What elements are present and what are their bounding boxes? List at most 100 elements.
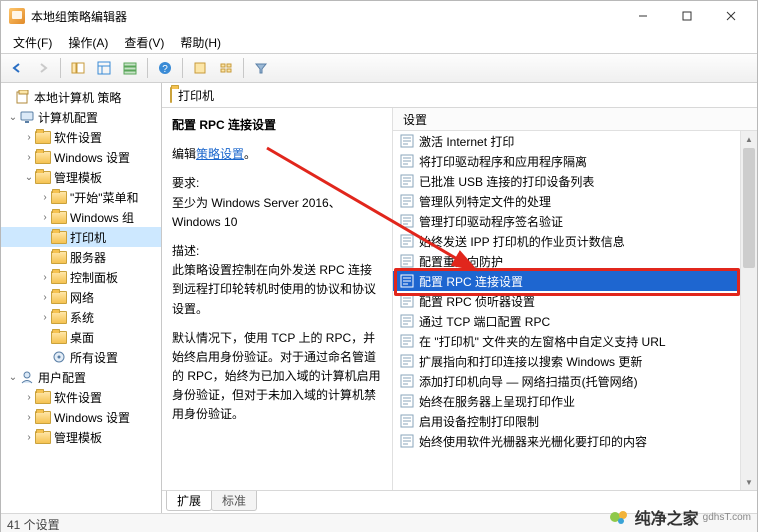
- setting-row[interactable]: 始终使用软件光栅器来光栅化要打印的内容: [393, 431, 757, 451]
- minimize-button[interactable]: [621, 2, 665, 30]
- tree-servers[interactable]: 服务器: [1, 247, 161, 267]
- tree-windows-components[interactable]: › Windows 组: [1, 207, 161, 227]
- tree-desktop[interactable]: 桌面: [1, 327, 161, 347]
- filter-button[interactable]: [249, 56, 273, 80]
- tree-windows-settings[interactable]: › Windows 设置: [1, 147, 161, 167]
- tree-label: 所有设置: [70, 349, 118, 366]
- setting-row[interactable]: 扩展指向和打印连接以搜索 Windows 更新: [393, 351, 757, 371]
- setting-row[interactable]: 激活 Internet 打印: [393, 131, 757, 151]
- content-pane: 打印机 配置 RPC 连接设置 编辑策略设置。 要求: 至少为 Windows …: [162, 83, 757, 513]
- setting-row[interactable]: 将打印驱动程序和应用程序隔离: [393, 151, 757, 171]
- list-column-header[interactable]: 设置: [393, 108, 757, 131]
- expand-icon[interactable]: ›: [39, 292, 51, 303]
- setting-item-icon: [399, 393, 415, 409]
- scroll-thumb[interactable]: [743, 148, 755, 268]
- settings-list[interactable]: 激活 Internet 打印将打印驱动程序和应用程序隔离已批准 USB 连接的打…: [393, 131, 757, 490]
- tree-u-software-settings[interactable]: › 软件设置: [1, 387, 161, 407]
- maximize-button[interactable]: [665, 2, 709, 30]
- settings-node-icon: [51, 350, 67, 364]
- show-hide-tree-button[interactable]: [66, 56, 90, 80]
- setting-label: 通过 TCP 端口配置 RPC: [419, 313, 550, 330]
- expand-icon[interactable]: ›: [23, 392, 35, 403]
- setting-row[interactable]: 在 "打印机" 文件夹的左窗格中自定义支持 URL: [393, 331, 757, 351]
- scroll-down-icon[interactable]: ▼: [741, 474, 757, 490]
- expand-icon[interactable]: ›: [39, 312, 51, 323]
- tree-network[interactable]: › 网络: [1, 287, 161, 307]
- setting-label: 在 "打印机" 文件夹的左窗格中自定义支持 URL: [419, 333, 666, 350]
- expand-icon[interactable]: ›: [23, 412, 35, 423]
- menu-help[interactable]: 帮助(H): [172, 32, 229, 53]
- setting-row[interactable]: 添加打印机向导 — 网络扫描页(托管网络): [393, 371, 757, 391]
- folder-icon: [51, 310, 67, 324]
- description-pane: 配置 RPC 连接设置 编辑策略设置。 要求: 至少为 Windows Serv…: [162, 108, 393, 490]
- setting-row[interactable]: 配置 RPC 侦听器设置: [393, 291, 757, 311]
- icon-large-button[interactable]: [188, 56, 212, 80]
- tree-u-windows-settings[interactable]: › Windows 设置: [1, 407, 161, 427]
- vertical-scrollbar[interactable]: ▲ ▼: [740, 131, 757, 490]
- tree-all-settings[interactable]: 所有设置: [1, 347, 161, 367]
- tree-label: Windows 组: [70, 209, 134, 226]
- app-icon: [9, 8, 25, 24]
- menu-file[interactable]: 文件(F): [5, 32, 60, 53]
- setting-row[interactable]: 启用设备控制打印限制: [393, 411, 757, 431]
- setting-label: 始终使用软件光栅器来光栅化要打印的内容: [419, 433, 647, 450]
- tree-admin-templates[interactable]: ⌄ 管理模板: [1, 167, 161, 187]
- collapse-icon[interactable]: ⌄: [7, 112, 19, 123]
- tree-computer-config[interactable]: ⌄ 计算机配置: [1, 107, 161, 127]
- tree-u-admin-templates[interactable]: › 管理模板: [1, 427, 161, 447]
- setting-item-icon: [399, 413, 415, 429]
- setting-row[interactable]: 管理队列特定文件的处理: [393, 191, 757, 211]
- folder-icon: [35, 410, 51, 424]
- folder-icon: [51, 230, 67, 244]
- nav-tree[interactable]: 本地计算机 策略 ⌄ 计算机配置 › 软件设置 › Windows 设置 ⌄: [1, 83, 162, 513]
- expand-icon[interactable]: ›: [23, 132, 35, 143]
- menu-view[interactable]: 查看(V): [116, 32, 172, 53]
- setting-row[interactable]: 已批准 USB 连接的打印设备列表: [393, 171, 757, 191]
- tree-user-config[interactable]: ⌄ 用户配置: [1, 367, 161, 387]
- setting-row[interactable]: 配置 RPC 连接设置: [393, 271, 757, 291]
- tab-standard[interactable]: 标准: [211, 491, 257, 511]
- setting-row[interactable]: 管理打印驱动程序签名验证: [393, 211, 757, 231]
- back-button[interactable]: [5, 56, 29, 80]
- tree-system[interactable]: › 系统: [1, 307, 161, 327]
- forward-button[interactable]: [31, 56, 55, 80]
- scroll-up-icon[interactable]: ▲: [741, 131, 757, 147]
- tree-label: 本地计算机 策略: [34, 89, 121, 106]
- setting-row[interactable]: 通过 TCP 端口配置 RPC: [393, 311, 757, 331]
- setting-label: 已批准 USB 连接的打印设备列表: [419, 173, 594, 190]
- tree-start-menu[interactable]: › "开始"菜单和: [1, 187, 161, 207]
- tree-root[interactable]: 本地计算机 策略: [1, 87, 161, 107]
- body: 本地计算机 策略 ⌄ 计算机配置 › 软件设置 › Windows 设置 ⌄: [1, 83, 757, 513]
- tree-printers[interactable]: 打印机: [1, 227, 161, 247]
- collapse-icon[interactable]: ⌄: [7, 372, 19, 383]
- setting-row[interactable]: 始终在服务器上呈现打印作业: [393, 391, 757, 411]
- tab-extended[interactable]: 扩展: [166, 491, 212, 511]
- close-button[interactable]: [709, 2, 753, 30]
- expand-icon[interactable]: ›: [39, 192, 51, 203]
- content-body: 配置 RPC 连接设置 编辑策略设置。 要求: 至少为 Windows Serv…: [162, 108, 757, 490]
- setting-label: 配置 RPC 连接设置: [419, 273, 523, 290]
- expand-icon[interactable]: ›: [39, 272, 51, 283]
- tree-software-settings[interactable]: › 软件设置: [1, 127, 161, 147]
- details-button[interactable]: [92, 56, 116, 80]
- menu-action[interactable]: 操作(A): [60, 32, 116, 53]
- tree-control-panel[interactable]: › 控制面板: [1, 267, 161, 287]
- setting-label: 配置重定向防护: [419, 253, 503, 270]
- watermark-url: gdhsT.com: [703, 512, 751, 523]
- setting-row[interactable]: 配置重定向防护: [393, 251, 757, 271]
- edit-policy-line: 编辑策略设置。: [172, 145, 382, 164]
- icon-small-button[interactable]: [214, 56, 238, 80]
- toolbar: ?: [1, 53, 757, 83]
- tree-label: 软件设置: [54, 389, 102, 406]
- list-view-button[interactable]: [118, 56, 142, 80]
- help-button[interactable]: ?: [153, 56, 177, 80]
- collapse-icon[interactable]: ⌄: [23, 172, 35, 183]
- setting-label: 激活 Internet 打印: [419, 133, 514, 150]
- folder-icon: [51, 190, 67, 204]
- edit-policy-link[interactable]: 策略设置: [196, 147, 244, 161]
- expand-icon[interactable]: ›: [39, 212, 51, 223]
- toolbar-separator: [147, 58, 148, 78]
- expand-icon[interactable]: ›: [23, 432, 35, 443]
- setting-row[interactable]: 始终发送 IPP 打印机的作业页计数信息: [393, 231, 757, 251]
- expand-icon[interactable]: ›: [23, 152, 35, 163]
